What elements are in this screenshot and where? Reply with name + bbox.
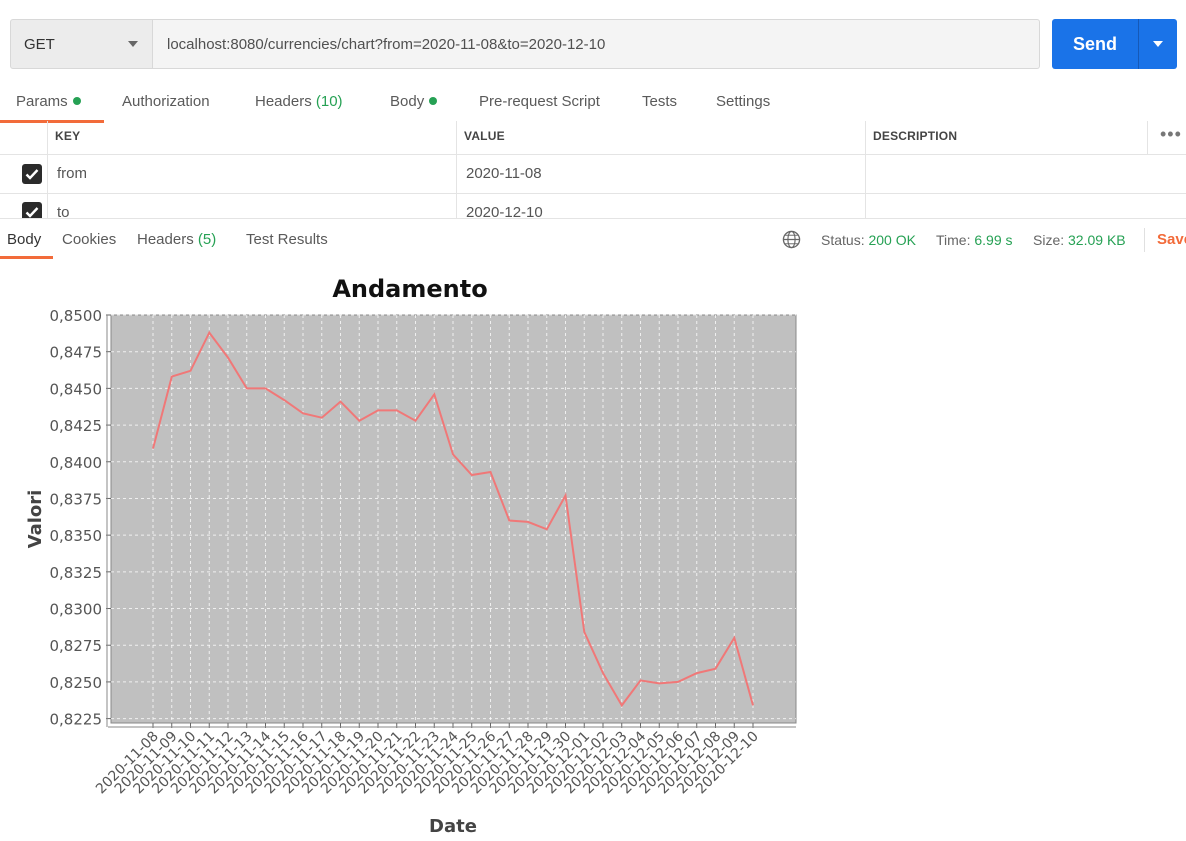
row-checkbox[interactable] <box>22 202 42 218</box>
active-response-tab-indicator <box>0 256 53 259</box>
body-indicator-dot <box>429 97 438 105</box>
response-tab-test-results[interactable]: Test Results <box>246 231 328 248</box>
send-button[interactable]: Send <box>1052 19 1177 69</box>
time-value: 6.99 s <box>974 232 1013 248</box>
tab-tests[interactable]: Tests <box>642 93 677 110</box>
method-value: GET <box>24 35 55 53</box>
tab-pre-request-script[interactable]: Pre-request Script <box>479 93 600 110</box>
chart-title: Andamento <box>332 275 487 303</box>
tab-headers[interactable]: Headers (10) <box>255 93 343 110</box>
send-options-chevron-icon[interactable] <box>1153 41 1163 47</box>
status-label: Status: <box>821 232 865 248</box>
tab-headers-count: (10) <box>315 93 343 110</box>
response-tab-headers[interactable]: Headers (5) <box>137 231 216 248</box>
y-tick-label: 0,8425 <box>50 417 103 435</box>
chevron-down-icon <box>128 41 138 47</box>
response-tab-cookies-label: Cookies <box>62 231 117 248</box>
x-axis-label: Date <box>429 816 477 837</box>
param-key[interactable]: from <box>57 165 87 182</box>
tab-body[interactable]: Body <box>390 93 438 110</box>
send-divider <box>1138 19 1139 69</box>
y-tick-label: 0,8500 <box>50 307 103 325</box>
meta-divider <box>1144 228 1145 252</box>
line-chart: Andamento 0,8225 0,8250 0,8275 0,8300 0,8325… <box>25 275 797 837</box>
y-tick-label: 0,8400 <box>50 454 103 472</box>
y-tick-label: 0,8225 <box>50 711 103 729</box>
row-checkbox[interactable] <box>22 164 42 184</box>
response-tab-test-results-label: Test Results <box>246 231 328 248</box>
checkmark-icon <box>25 207 39 218</box>
table-header-divider <box>0 154 1186 155</box>
tab-headers-label: Headers <box>255 93 312 110</box>
y-tick-label: 0,8250 <box>50 674 103 692</box>
tab-body-label: Body <box>390 93 425 110</box>
tab-params[interactable]: Params <box>16 93 81 110</box>
y-tick-label: 0,8350 <box>50 527 103 545</box>
response-divider <box>0 218 1186 219</box>
y-axis-label: Valori <box>25 490 46 549</box>
y-tick-label: 0,8300 <box>50 601 103 619</box>
status-value: 200 OK <box>868 232 916 248</box>
column-header-description: DESCRIPTION <box>873 129 958 143</box>
response-tab-headers-count: (5) <box>197 231 217 248</box>
globe-icon[interactable] <box>782 230 801 254</box>
save-response-button[interactable]: Save <box>1157 231 1186 248</box>
response-tab-body-label: Body <box>7 231 42 248</box>
x-axis: 2020-11-082020-11-092020-11-102020-11-11… <box>93 723 796 797</box>
param-value[interactable]: 2020-12-10 <box>466 204 543 218</box>
size-label: Size: <box>1033 232 1065 248</box>
tab-settings[interactable]: Settings <box>716 93 770 110</box>
tab-pre-request-label: Pre-request Script <box>479 93 600 110</box>
response-tab-body[interactable]: Body <box>7 231 41 248</box>
checkmark-icon <box>25 169 39 180</box>
active-tab-indicator <box>0 120 104 123</box>
y-tick-label: 0,8325 <box>50 564 103 582</box>
y-tick-label: 0,8275 <box>50 637 103 655</box>
response-status: Status: 200 OK <box>821 232 916 248</box>
y-tick-label: 0,8475 <box>50 344 103 362</box>
tab-authorization[interactable]: Authorization <box>122 93 210 110</box>
save-response-label: Save <box>1157 231 1186 248</box>
column-header-key: KEY <box>55 129 81 143</box>
response-tab-cookies[interactable]: Cookies <box>62 231 116 248</box>
response-size: Size: 32.09 KB <box>1033 232 1126 248</box>
y-tick-label: 0,8375 <box>50 490 103 508</box>
column-divider <box>1147 121 1148 154</box>
y-tick-label: 0,8450 <box>50 380 103 398</box>
size-value: 32.09 KB <box>1068 232 1126 248</box>
tab-params-label: Params <box>16 93 68 110</box>
params-indicator-dot <box>72 97 81 105</box>
column-header-value: VALUE <box>464 129 505 143</box>
more-options-icon[interactable]: ••• <box>1160 124 1182 145</box>
send-label: Send <box>1072 33 1117 54</box>
response-tab-headers-label: Headers <box>137 231 194 248</box>
tab-settings-label: Settings <box>716 93 771 110</box>
tab-tests-label: Tests <box>642 93 678 110</box>
table-row-partial: to 2020-12-10 <box>0 194 1186 218</box>
y-axis: 0,8225 0,8250 0,8275 0,8300 0,8325 0,8350 0,83… <box>50 307 111 729</box>
method-select[interactable]: GET <box>10 19 153 69</box>
param-value[interactable]: 2020-11-08 <box>466 165 542 182</box>
response-time: Time: 6.99 s <box>936 232 1013 248</box>
param-key[interactable]: to <box>57 204 70 218</box>
time-label: Time: <box>936 232 971 248</box>
tab-authorization-label: Authorization <box>122 93 210 110</box>
url-value: localhost:8080/currencies/chart?from=202… <box>167 35 606 53</box>
url-input[interactable]: localhost:8080/currencies/chart?from=202… <box>153 19 1040 69</box>
